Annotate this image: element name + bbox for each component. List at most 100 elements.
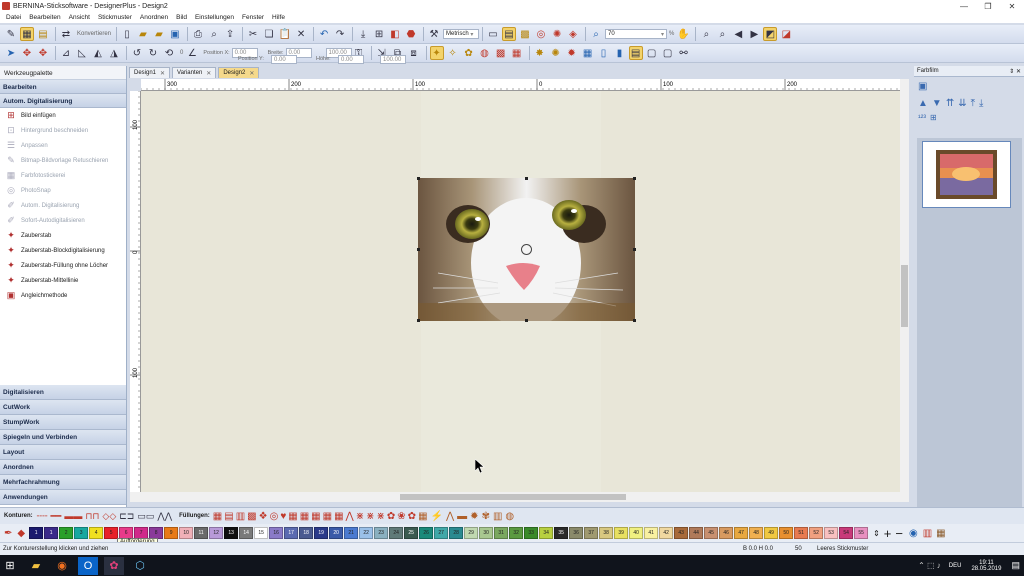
handle-br[interactable]: [633, 319, 636, 322]
tool-item[interactable]: ✦ Zauberstab: [0, 228, 126, 243]
color-swatch[interactable]: 16: [269, 527, 284, 539]
maximize-button[interactable]: ❐: [976, 2, 1000, 11]
tool-item[interactable]: ⊞ Bild einfügen: [0, 108, 126, 123]
units-select[interactable]: Metrisch ▾: [443, 29, 480, 39]
edit-icon[interactable]: ✎: [4, 27, 18, 41]
move-last-icon[interactable]: ⇊: [958, 98, 966, 109]
shape-icon[interactable]: ✿: [462, 46, 476, 60]
tool-item[interactable]: ▣ Angleichmethode: [0, 288, 126, 303]
design-view-icon[interactable]: ◎: [534, 27, 548, 41]
color-swatch[interactable]: 20: [329, 527, 344, 539]
background-icon[interactable]: ▩: [518, 27, 532, 41]
color-swatch[interactable]: 19: [314, 527, 329, 539]
color-swatch[interactable]: 37: [584, 527, 599, 539]
fill-type-icon[interactable]: ❀: [397, 511, 405, 522]
color-swatch[interactable]: 23: [374, 527, 389, 539]
move-first-icon[interactable]: ⇈: [946, 98, 954, 109]
tool-item[interactable]: ✎ Bitmap-Bildvorlage Retuschieren: [0, 153, 126, 168]
show-grid-icon[interactable]: ▤: [502, 27, 517, 41]
sequence-icon[interactable]: ¹²³: [918, 113, 926, 122]
save-icon[interactable]: ▣: [168, 27, 182, 41]
color-swatch[interactable]: 45: [704, 527, 719, 539]
menu-stickmuster[interactable]: Stickmuster: [98, 14, 132, 21]
section-stumpwork[interactable]: StumpWork: [0, 415, 126, 430]
section-digitalisieren[interactable]: Digitalisieren: [0, 385, 126, 400]
tab-design1[interactable]: Design1 ✕: [129, 67, 171, 78]
convert-label[interactable]: Konvertieren: [77, 31, 111, 37]
new-file-icon[interactable]: ▯: [120, 27, 134, 41]
tool-item[interactable]: ⊡ Hintergrund beschneiden: [0, 123, 126, 138]
rotate-value[interactable]: 0: [180, 50, 183, 56]
weld-icon[interactable]: ⚯: [677, 46, 691, 60]
tab-varianten[interactable]: Varianten ✕: [172, 67, 217, 78]
group-icon[interactable]: ⊞: [930, 113, 937, 122]
fill-type-icon[interactable]: ▦: [311, 511, 320, 522]
section-layout[interactable]: Layout: [0, 445, 126, 460]
thread-chart-icon[interactable]: ▥: [923, 528, 932, 539]
color-swatch[interactable]: 3: [74, 527, 89, 539]
color-swatch[interactable]: 29: [464, 527, 479, 539]
color-swatch[interactable]: 9: [164, 527, 179, 539]
to-bottom-icon[interactable]: ⤓: [979, 98, 983, 109]
color-swatch[interactable]: 49: [764, 527, 779, 539]
cut-icon[interactable]: ✂: [246, 27, 260, 41]
thread-spool-icon[interactable]: ▦: [936, 528, 945, 539]
menu-bearbeiten[interactable]: Bearbeiten: [29, 14, 60, 21]
tool-item[interactable]: ✦ Zauberstab-Füllung ohne Löcher: [0, 258, 126, 273]
next-icon[interactable]: ▶: [747, 27, 761, 41]
color-swatch[interactable]: 5: [104, 527, 119, 539]
fill-type-icon[interactable]: ❖: [259, 511, 268, 522]
color-swatch[interactable]: 35: [554, 527, 569, 539]
color-swatch[interactable]: 40: [629, 527, 644, 539]
special-fill-icon[interactable]: ▥: [493, 511, 502, 522]
print-preview-icon[interactable]: ⌕: [207, 27, 221, 41]
clock[interactable]: 19:11 28.05.2019: [971, 560, 1001, 572]
section-anordnen[interactable]: Anordnen: [0, 460, 126, 475]
section-edit[interactable]: Bearbeiten: [0, 80, 126, 94]
color-swatch[interactable]: 4: [89, 527, 104, 539]
bernina-app-icon[interactable]: ✿: [104, 556, 124, 575]
pos-y-input[interactable]: 0.00: [271, 55, 297, 64]
angle-icon[interactable]: ∠: [185, 46, 199, 60]
tool-item[interactable]: ✐ Autom. Digitalisierung: [0, 198, 126, 213]
special-fill-icon[interactable]: ✹: [470, 511, 478, 522]
thread-color-icon[interactable]: ◧: [388, 27, 402, 41]
rotate-right-icon[interactable]: ↻: [146, 46, 160, 60]
network-app-icon[interactable]: ⬡: [130, 557, 150, 575]
film-view-icon[interactable]: ▣: [918, 81, 927, 92]
color-swatch[interactable]: 31: [494, 527, 509, 539]
color-swatch[interactable]: 55: [854, 527, 869, 539]
lettering-icon[interactable]: ✺: [549, 46, 563, 60]
redo-icon[interactable]: ↷: [333, 27, 347, 41]
special-fill-icon[interactable]: ✾: [482, 511, 490, 522]
color-swatch[interactable]: 25: [404, 527, 419, 539]
folder-design-icon[interactable]: ▤: [36, 27, 50, 41]
vertical-scrollbar[interactable]: [900, 79, 909, 492]
color-swatch[interactable]: 15: [254, 527, 269, 539]
flip-horizontal-icon[interactable]: ◭: [91, 46, 105, 60]
color-select-icon[interactable]: ◩: [763, 27, 778, 41]
export-icon[interactable]: ⇪: [223, 27, 237, 41]
fill-type-icon[interactable]: ♥: [280, 511, 286, 522]
open-folder-icon[interactable]: ▰: [136, 27, 150, 41]
tool-item[interactable]: ☰ Anpassen: [0, 138, 126, 153]
menu-bild[interactable]: Bild: [176, 14, 187, 21]
stop-icon[interactable]: ⬣: [404, 27, 418, 41]
select-object-icon[interactable]: ✦: [429, 46, 444, 60]
color-swatch[interactable]: 53: [824, 527, 839, 539]
convert-icon[interactable]: ⇄: [59, 27, 73, 41]
distribute-icon[interactable]: ▮: [613, 46, 627, 60]
fill-type-icon[interactable]: ▩: [247, 511, 256, 522]
zoom-out-icon[interactable]: ⌕: [715, 27, 729, 41]
zoom-input[interactable]: 70 ▾: [605, 29, 668, 39]
resize-icon[interactable]: ⊿: [59, 46, 73, 60]
notifications-icon[interactable]: ▤: [1011, 560, 1020, 571]
tab-design2[interactable]: Design2 ✕: [218, 67, 260, 78]
color-swatch[interactable]: 1: [29, 527, 44, 539]
color-swatch[interactable]: 32: [509, 527, 524, 539]
minimize-button[interactable]: —: [952, 2, 976, 11]
contour-motif-icon[interactable]: ◇◇: [102, 511, 116, 522]
design-canvas[interactable]: [141, 91, 901, 492]
contour-stemstitch-icon[interactable]: ⊏⊐: [119, 511, 134, 522]
grid-icon[interactable]: ▦: [581, 46, 595, 60]
